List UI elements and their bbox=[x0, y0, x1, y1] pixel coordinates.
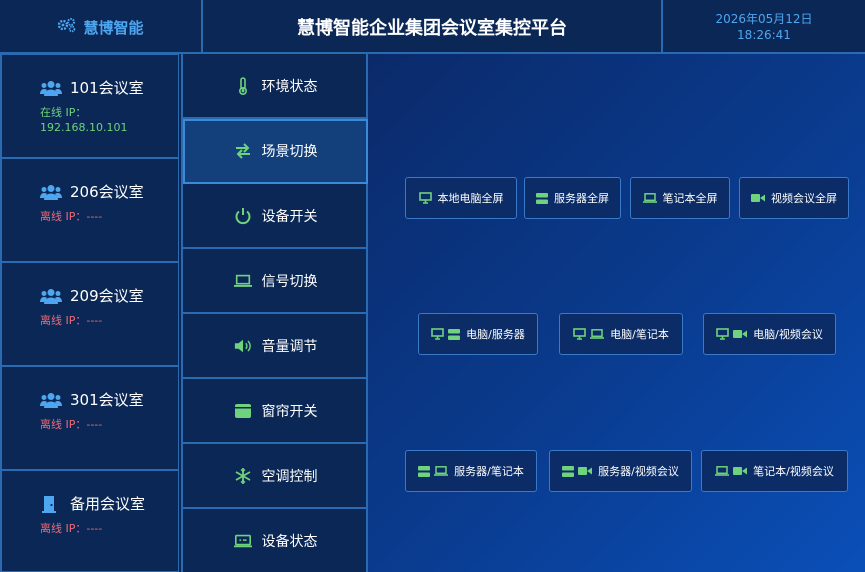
room-name: 206会议室 bbox=[70, 183, 144, 201]
laptop-icon bbox=[642, 193, 657, 203]
server-icon bbox=[562, 465, 575, 477]
function-menu: 环境状态 场景切换 设备开关 信号切换 音量调节 窗帘开关 空调控制 设备状态 bbox=[181, 54, 368, 572]
room-list: 101会议室 在线 IP： 192.168.10.101 206会议室 离线 I… bbox=[0, 54, 181, 572]
room-status: 离线 IP：---- bbox=[40, 522, 103, 535]
room-status: 离线 IP：---- bbox=[40, 314, 103, 327]
power-icon bbox=[234, 207, 252, 225]
menu-item-curtain[interactable]: 窗帘开关 bbox=[183, 379, 368, 444]
scene-button-pc-server[interactable]: 电脑/服务器 bbox=[418, 313, 538, 355]
monitor-icon bbox=[573, 328, 586, 340]
laptop-icon bbox=[233, 272, 252, 290]
scene-button-video-conf[interactable]: 视频会议全屏 bbox=[739, 177, 849, 219]
switch-arrows-icon bbox=[234, 142, 252, 160]
room-item-209[interactable]: 209会议室 离线 IP：---- bbox=[0, 262, 179, 366]
door-icon bbox=[40, 495, 62, 513]
users-icon bbox=[40, 288, 62, 304]
server-icon bbox=[448, 328, 461, 340]
curtain-icon bbox=[234, 402, 252, 420]
menu-item-device-power[interactable]: 设备开关 bbox=[183, 184, 368, 249]
page-title: 慧博智能企业集团会议室集控平台 bbox=[203, 0, 663, 54]
menu-item-air-conditioning[interactable]: 空调控制 bbox=[183, 444, 368, 509]
server-icon bbox=[418, 465, 431, 477]
brand-logo: 慧博智能 bbox=[0, 0, 203, 54]
snowflake-icon bbox=[234, 467, 252, 485]
room-name: 备用会议室 bbox=[70, 495, 146, 513]
room-item-backup[interactable]: 备用会议室 离线 IP：---- bbox=[0, 470, 179, 572]
users-icon bbox=[40, 80, 62, 96]
current-date: 2026年05月12日 bbox=[715, 12, 813, 26]
room-ip: 192.168.10.101 bbox=[40, 121, 128, 134]
scene-button-server[interactable]: 服务器全屏 bbox=[524, 177, 621, 219]
menu-item-device-status[interactable]: 设备状态 bbox=[183, 509, 368, 572]
laptop-icon bbox=[434, 466, 449, 476]
room-item-101[interactable]: 101会议室 在线 IP： 192.168.10.101 bbox=[0, 54, 179, 158]
monitor-icon bbox=[418, 192, 432, 204]
monitor-icon bbox=[716, 328, 729, 340]
scene-button-server-laptop[interactable]: 服务器/笔记本 bbox=[405, 450, 537, 492]
video-icon bbox=[578, 466, 593, 476]
scene-button-pc-laptop[interactable]: 电脑/笔记本 bbox=[559, 313, 683, 355]
datetime-display: 2026年05月12日 18:26:41 bbox=[663, 0, 865, 54]
scene-button-laptop-video-conf[interactable]: 笔记本/视频会议 bbox=[701, 450, 848, 492]
menu-item-scene-switch[interactable]: 场景切换 bbox=[183, 119, 368, 184]
header-bar: 慧博智能 慧博智能企业集团会议室集控平台 2026年05月12日 18:26:4… bbox=[0, 0, 865, 54]
scene-button-pc-video-conf[interactable]: 电脑/视频会议 bbox=[703, 313, 836, 355]
room-item-301[interactable]: 301会议室 离线 IP：---- bbox=[0, 366, 179, 470]
scene-button-local-pc[interactable]: 本地电脑全屏 bbox=[405, 177, 517, 219]
scene-button-laptop[interactable]: 笔记本全屏 bbox=[630, 177, 730, 219]
room-item-206[interactable]: 206会议室 离线 IP：---- bbox=[0, 158, 179, 262]
laptop-icon bbox=[715, 466, 730, 476]
room-status: 离线 IP：---- bbox=[40, 418, 103, 431]
room-status: 离线 IP：---- bbox=[40, 210, 103, 223]
gears-icon bbox=[57, 17, 77, 37]
room-status: 在线 IP： 192.168.10.101 bbox=[40, 106, 128, 134]
volume-icon bbox=[234, 337, 252, 355]
monitor-icon bbox=[431, 328, 444, 340]
video-icon bbox=[751, 193, 765, 203]
users-icon bbox=[40, 392, 62, 408]
room-name: 301会议室 bbox=[70, 391, 144, 409]
current-time: 18:26:41 bbox=[737, 28, 791, 42]
scene-button-server-video-conf[interactable]: 服务器/视频会议 bbox=[549, 450, 692, 492]
monitor-status-icon bbox=[233, 532, 252, 550]
thermometer-icon bbox=[234, 76, 252, 95]
menu-item-signal-switch[interactable]: 信号切换 bbox=[183, 249, 368, 314]
menu-item-volume[interactable]: 音量调节 bbox=[183, 314, 368, 379]
brand-name: 慧博智能 bbox=[83, 18, 144, 37]
room-name: 209会议室 bbox=[70, 287, 144, 305]
room-name: 101会议室 bbox=[70, 79, 144, 97]
video-icon bbox=[733, 329, 748, 339]
menu-item-environment[interactable]: 环境状态 bbox=[183, 54, 368, 119]
users-icon bbox=[40, 184, 62, 200]
server-icon bbox=[536, 192, 548, 204]
scene-panel: 本地电脑全屏 服务器全屏 笔记本全屏 视频会议全屏 电脑/服务器 电脑/笔记本 … bbox=[368, 54, 865, 572]
video-icon bbox=[733, 466, 748, 476]
laptop-icon bbox=[590, 329, 605, 339]
